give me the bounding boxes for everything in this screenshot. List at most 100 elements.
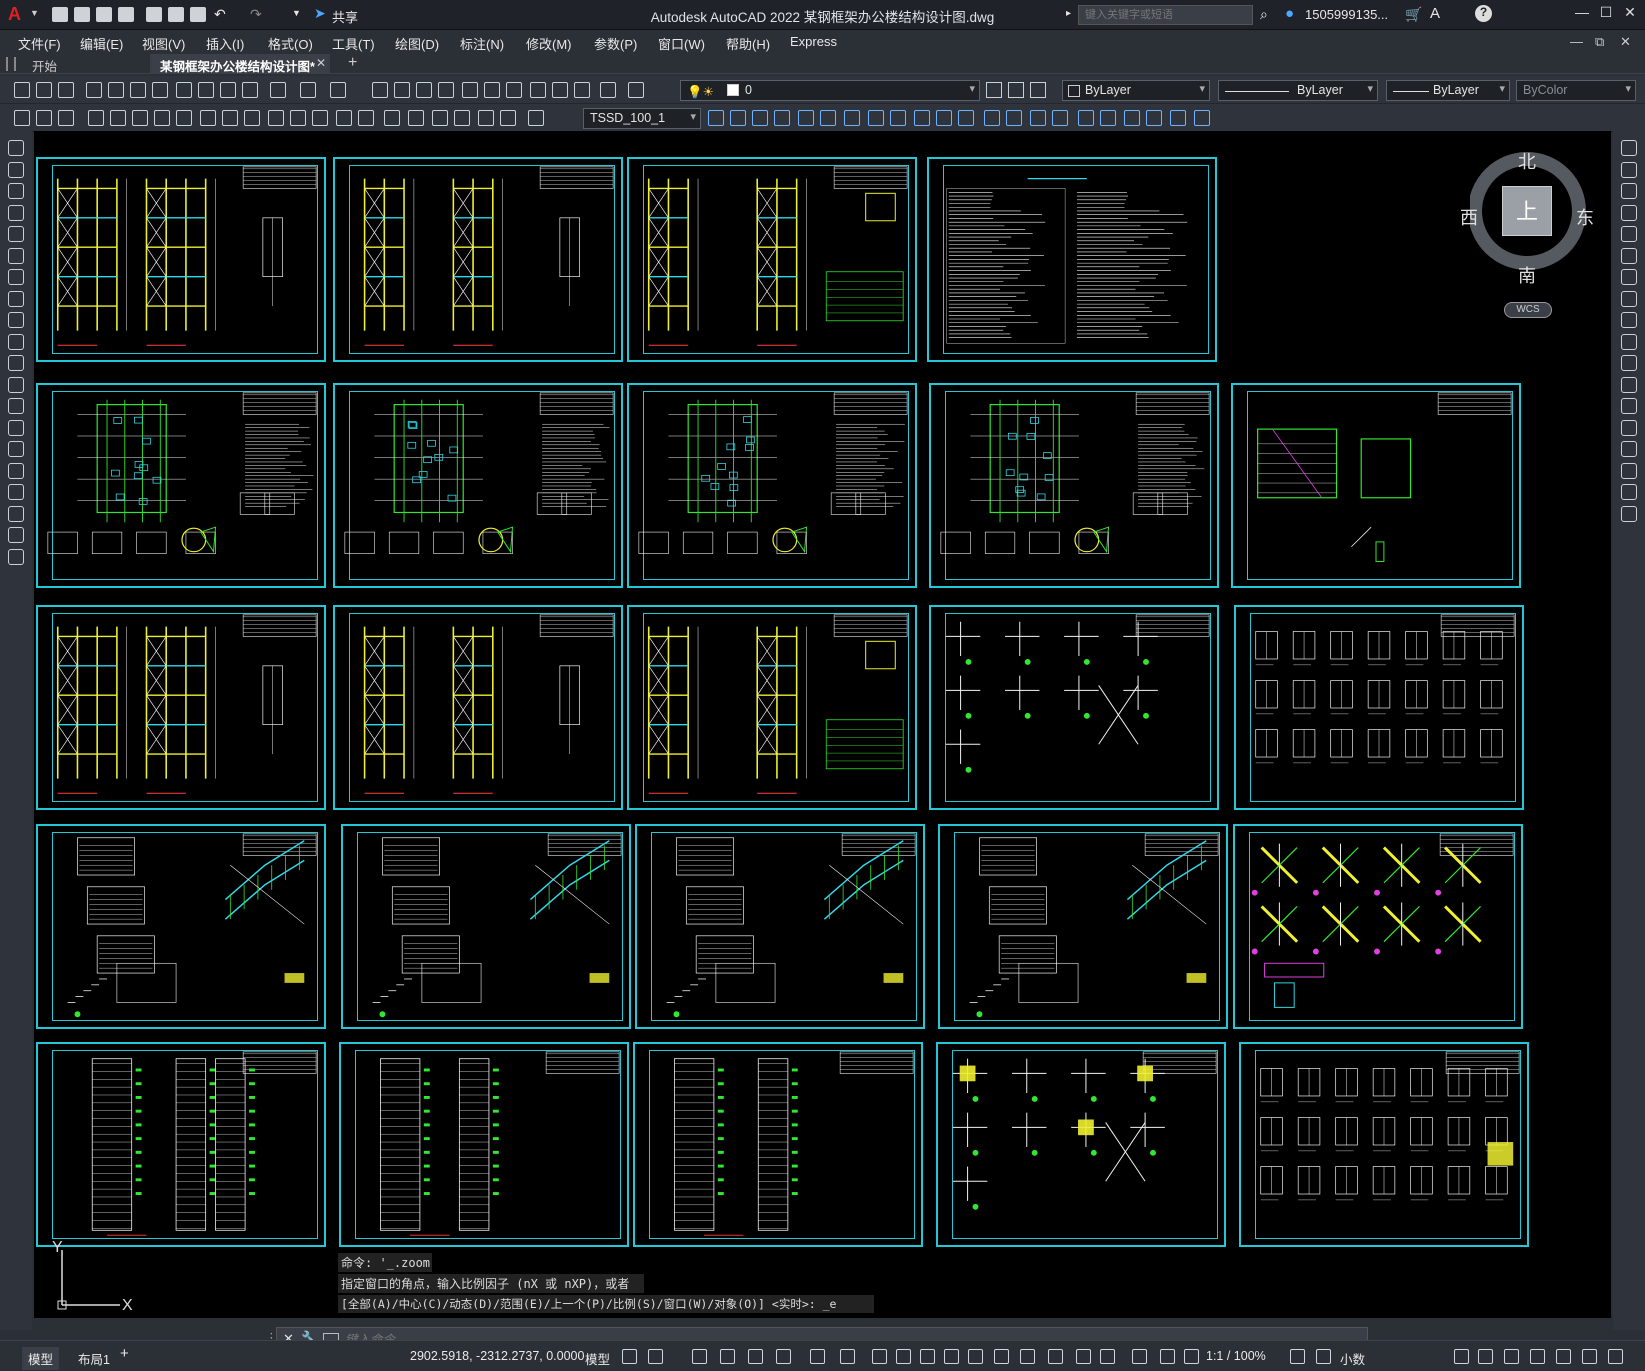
help-icon[interactable]: ? <box>1475 5 1492 22</box>
annotation-visibility-icon[interactable] <box>1076 1349 1091 1364</box>
drawing-canvas[interactable] <box>34 131 1611 1318</box>
pan-icon[interactable] <box>300 82 316 98</box>
color-dropdown[interactable]: ByLayer <box>1062 80 1210 101</box>
auto-scale-icon[interactable] <box>1100 1349 1115 1364</box>
zoom-prev-icon[interactable] <box>394 82 410 98</box>
drawing-sheet[interactable] <box>341 824 631 1029</box>
extend-icon[interactable] <box>936 110 952 126</box>
dim-aligned-icon[interactable] <box>36 110 52 126</box>
user-account[interactable]: 1505999135... <box>1305 7 1388 22</box>
units-icon-icon[interactable] <box>1290 1349 1305 1364</box>
redo-icon[interactable] <box>270 82 286 98</box>
tolerance-icon[interactable] <box>312 110 328 126</box>
stretch-icon[interactable] <box>890 110 906 126</box>
region-icon[interactable] <box>1078 110 1094 126</box>
markup-icon[interactable] <box>506 82 522 98</box>
circle-icon[interactable] <box>8 269 24 285</box>
arc-icon[interactable] <box>8 247 24 264</box>
help3-icon[interactable] <box>628 82 644 98</box>
selection-filter-icon[interactable] <box>1020 1349 1035 1364</box>
drawing-sheet[interactable] <box>627 157 917 362</box>
rotate-icon[interactable] <box>1621 269 1637 285</box>
model-space-toggle[interactable]: 模型 <box>585 1349 610 1368</box>
drawing-sheet[interactable] <box>936 1042 1226 1247</box>
join-icon[interactable] <box>1621 419 1637 436</box>
revision-cloud-icon[interactable] <box>8 290 24 307</box>
copy-icon[interactable] <box>1621 161 1637 178</box>
menu-modify[interactable]: 修改(M) <box>526 34 572 53</box>
array-icon[interactable] <box>798 110 814 126</box>
share-button[interactable]: 共享 <box>332 7 358 26</box>
extend-icon[interactable] <box>1621 355 1637 371</box>
plotstyle-dropdown[interactable]: ByColor <box>1516 80 1636 101</box>
open-icon[interactable] <box>74 7 90 22</box>
insert-block-icon[interactable] <box>8 376 24 393</box>
drawing-sheet[interactable] <box>633 1042 923 1247</box>
isolate-icon[interactable] <box>1478 1349 1493 1364</box>
selection-cycling-icon[interactable] <box>944 1349 959 1364</box>
app-menu-chevron-icon[interactable]: ▼ <box>30 8 39 18</box>
layer-previous-icon[interactable] <box>986 82 1002 98</box>
copy-icon[interactable] <box>176 82 192 98</box>
drawing-sheet[interactable] <box>333 605 623 810</box>
move-icon[interactable] <box>820 110 836 126</box>
plot-icon[interactable] <box>86 82 102 98</box>
copy-obj-icon[interactable] <box>730 110 746 126</box>
layer-states-icon[interactable] <box>1008 82 1024 98</box>
new-icon[interactable] <box>52 7 68 22</box>
plot-icon[interactable] <box>190 7 206 22</box>
dim-diameter-icon[interactable] <box>154 110 170 126</box>
dim-continue-icon[interactable] <box>244 110 260 126</box>
zoom-window-icon[interactable] <box>372 82 388 98</box>
array-icon[interactable] <box>1621 226 1637 242</box>
cart-icon[interactable]: 🛒 <box>1405 6 1422 23</box>
dim-style-icon[interactable] <box>478 110 494 126</box>
trim-icon[interactable] <box>1621 333 1637 350</box>
compass-west[interactable]: 西 <box>1460 204 1478 230</box>
units-menu[interactable]: 小数 <box>1340 1349 1365 1368</box>
menu-draw[interactable]: 绘图(D) <box>395 34 439 53</box>
hatch-icon[interactable] <box>8 441 24 457</box>
dim-arc-icon[interactable] <box>58 110 74 126</box>
open-web-icon[interactable] <box>146 7 162 22</box>
autodesk-app-icon[interactable]: A <box>1430 5 1440 22</box>
compass-south[interactable]: 南 <box>1518 262 1536 288</box>
chamfer-icon[interactable] <box>1621 441 1637 457</box>
drawing-sheet[interactable] <box>1233 824 1523 1029</box>
mirror-icon[interactable] <box>752 110 768 126</box>
tab-close-icon[interactable]: ✕ <box>316 56 326 70</box>
ellipse-arc-icon[interactable] <box>8 355 24 371</box>
blend-icon[interactable] <box>1621 484 1637 500</box>
save-icon[interactable] <box>96 7 112 22</box>
snap-icon[interactable] <box>648 1349 663 1364</box>
search-icon[interactable]: ⌕ <box>1260 6 1268 23</box>
quick-calc-icon[interactable] <box>552 82 568 98</box>
drawing-sheet[interactable] <box>929 383 1219 588</box>
wcs-menu[interactable]: WCS <box>1504 302 1552 318</box>
coordinates-readout[interactable]: 2902.5918, -2312.2737, 0.0000 <box>410 1349 584 1363</box>
save-icon[interactable] <box>58 82 74 98</box>
dim-linear-icon[interactable] <box>14 110 30 126</box>
object-snap-tracking-icon[interactable] <box>840 1349 855 1364</box>
search-input[interactable] <box>1078 5 1253 25</box>
menu-window[interactable]: 窗口(W) <box>658 34 705 53</box>
tolerance2-icon[interactable] <box>500 110 516 126</box>
menu-help[interactable]: 帮助(H) <box>726 34 770 53</box>
infer-icon[interactable] <box>692 1349 707 1364</box>
polar-icon[interactable] <box>776 1349 791 1364</box>
jogged-linear-icon[interactable] <box>384 110 400 126</box>
dim-space-icon[interactable] <box>268 110 284 126</box>
drawing-sheet[interactable] <box>36 605 326 810</box>
save-as-icon[interactable] <box>118 7 134 22</box>
line-icon[interactable] <box>8 140 24 156</box>
dimstyle-dropdown[interactable]: TSSD_100_1 <box>583 108 701 129</box>
drawing-sheet[interactable] <box>927 157 1217 362</box>
chamfer-icon[interactable] <box>1006 110 1022 126</box>
sheet-set-icon[interactable] <box>484 82 500 98</box>
point-icon[interactable] <box>8 419 24 436</box>
drawing-sheet[interactable] <box>36 824 326 1029</box>
drawing-sheet[interactable] <box>333 383 623 588</box>
grid-icon[interactable] <box>622 1349 637 1364</box>
revolve-icon[interactable] <box>1194 110 1210 126</box>
publish-icon[interactable] <box>130 82 146 98</box>
